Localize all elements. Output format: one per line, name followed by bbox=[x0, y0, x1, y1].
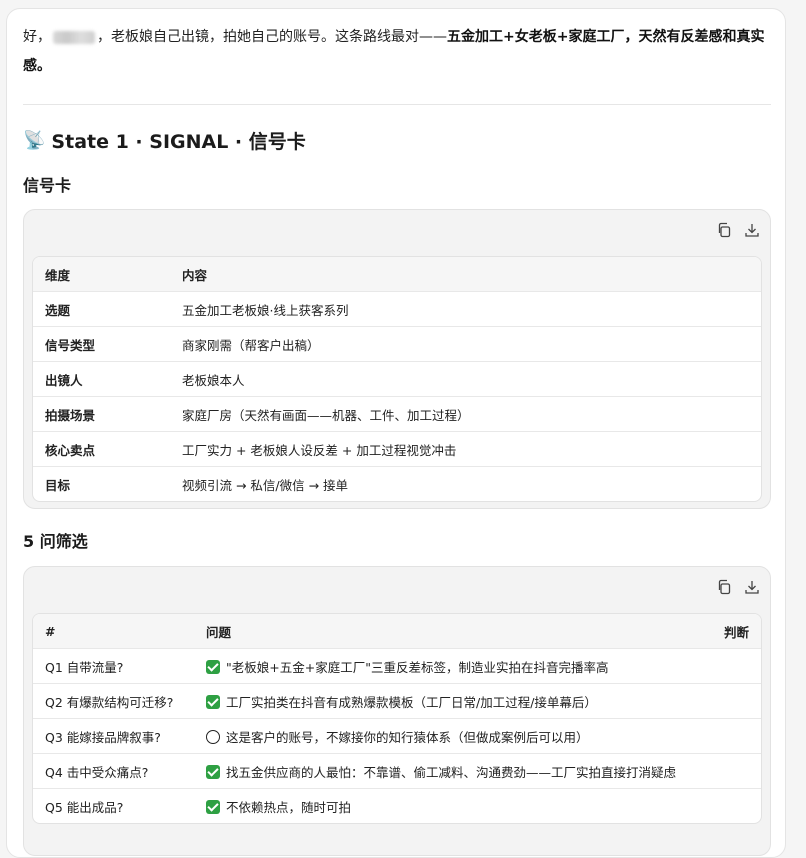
message-card: 好， ，老板娘自己出镜，拍她自己的账号。这条路线最对——五金加工+女老板+家庭工厂… bbox=[6, 8, 786, 858]
redacted-name bbox=[53, 30, 95, 44]
question-answer: 找五金供应商的人最怕：不靠谱、偷工减料、沟通费劲——工厂实拍直接打消疑虑 bbox=[226, 764, 677, 780]
signal-card-table: 维度 内容 选题 五金加工老板娘·线上获客系列 信号类型 商家刚需（帮客户出稿） 出… bbox=[32, 256, 762, 502]
intro-paragraph: 好， ，老板娘自己出镜，拍她自己的账号。这条路线最对——五金加工+女老板+家庭工厂… bbox=[23, 23, 771, 81]
row-value: 工厂实力 + 老板娘人设反差 + 加工过程视觉冲击 bbox=[170, 432, 761, 467]
table-row: Q1 自带流量? "老板娘+五金+家庭工厂"三重反差标签，制造业实拍在抖音完播率… bbox=[33, 649, 761, 684]
column-header: 内容 bbox=[170, 257, 761, 292]
intro-middle: ，老板娘自己出镜，拍她自己的账号。这条路线最对—— bbox=[97, 29, 447, 45]
check-mark-icon bbox=[206, 764, 220, 779]
question-answer: 不依赖热点，随时可拍 bbox=[226, 799, 352, 815]
row-value: 视频引流 → 私信/微信 → 接单 bbox=[182, 477, 349, 493]
check-mark-icon bbox=[206, 694, 220, 709]
row-label: 拍摄场景 bbox=[33, 397, 170, 432]
question-answer: "老板娘+五金+家庭工厂"三重反差标签，制造业实拍在抖音完播率高 bbox=[226, 659, 609, 675]
row-label: 核心卖点 bbox=[33, 432, 170, 467]
row-label: 出镜人 bbox=[33, 362, 170, 397]
section-heading: 📡 State 1 · SIGNAL · 信号卡 bbox=[23, 127, 306, 154]
hollow-circle-icon bbox=[206, 729, 220, 744]
column-header: 问题 bbox=[194, 614, 697, 649]
question-label: Q4 击中受众痛点? bbox=[33, 754, 194, 789]
download-icon[interactable] bbox=[744, 222, 760, 238]
question-answer: 工厂实拍类在抖音有成熟爆款模板（工厂日常/加工过程/接单幕后） bbox=[226, 694, 597, 710]
block-toolbar bbox=[716, 222, 760, 238]
section-title: State 1 · SIGNAL · 信号卡 bbox=[51, 131, 306, 153]
question-answer: 这是客户的账号，不嫁接你的知行猿体系（但做成案例后可以用） bbox=[226, 729, 589, 745]
five-questions-heading: 5 问筛选 bbox=[23, 532, 88, 551]
column-header: 维度 bbox=[33, 257, 170, 292]
row-label: 信号类型 bbox=[33, 327, 170, 362]
download-icon[interactable] bbox=[744, 579, 760, 595]
table-row: Q2 有爆款结构可迁移? 工厂实拍类在抖音有成熟爆款模板（工厂日常/加工过程/接… bbox=[33, 684, 761, 719]
question-label: Q1 自带流量? bbox=[33, 649, 194, 684]
table-row: Q3 能嫁接品牌叙事? 这是客户的账号，不嫁接你的知行猿体系（但做成案例后可以用… bbox=[33, 719, 761, 754]
question-label: Q3 能嫁接品牌叙事? bbox=[33, 719, 194, 754]
signal-card-heading: 信号卡 bbox=[23, 176, 72, 195]
signal-card-block: 维度 内容 选题 五金加工老板娘·线上获客系列 信号类型 商家刚需（帮客户出稿） 出… bbox=[23, 209, 771, 509]
table-header-row: 维度 内容 bbox=[33, 257, 761, 292]
table-row: 出镜人 老板娘本人 bbox=[33, 362, 761, 397]
table-row: Q4 击中受众痛点? 找五金供应商的人最怕：不靠谱、偷工减料、沟通费劲——工厂实… bbox=[33, 754, 761, 789]
table-row: 拍摄场景 家庭厂房（天然有画面——机器、工件、加工过程） bbox=[33, 397, 761, 432]
question-label: Q5 能出成品? bbox=[45, 799, 124, 815]
table-row: 核心卖点 工厂实力 + 老板娘人设反差 + 加工过程视觉冲击 bbox=[33, 432, 761, 467]
check-mark-icon bbox=[206, 659, 220, 674]
intro-prefix: 好， bbox=[23, 29, 51, 45]
row-value: 五金加工老板娘·线上获客系列 bbox=[170, 292, 761, 327]
five-questions-block: # 问题 判断 Q1 自带流量? "老板娘+五金+家庭工厂"三重反差标签，制造业… bbox=[23, 566, 771, 856]
row-value: 老板娘本人 bbox=[170, 362, 761, 397]
block-toolbar bbox=[716, 579, 760, 595]
check-mark-icon bbox=[206, 799, 220, 814]
copy-icon[interactable] bbox=[716, 222, 732, 238]
row-label: 目标 bbox=[45, 477, 71, 493]
table-row: 目标 视频引流 → 私信/微信 → 接单 bbox=[33, 467, 761, 501]
row-value: 家庭厂房（天然有画面——机器、工件、加工过程） bbox=[170, 397, 761, 432]
column-header: # bbox=[33, 614, 194, 649]
satellite-antenna-icon: 📡 bbox=[23, 130, 46, 151]
row-label: 选题 bbox=[33, 292, 170, 327]
copy-icon[interactable] bbox=[716, 579, 732, 595]
column-header: 判断 bbox=[697, 614, 761, 649]
question-label: Q2 有爆款结构可迁移? bbox=[33, 684, 194, 719]
divider bbox=[23, 104, 771, 105]
table-row: 选题 五金加工老板娘·线上获客系列 bbox=[33, 292, 761, 327]
row-value: 商家刚需（帮客户出稿） bbox=[170, 327, 761, 362]
table-row: Q5 能出成品? 不依赖热点，随时可拍 bbox=[33, 789, 761, 823]
table-header-row: # 问题 判断 bbox=[33, 614, 761, 649]
five-questions-table: # 问题 判断 Q1 自带流量? "老板娘+五金+家庭工厂"三重反差标签，制造业… bbox=[32, 613, 762, 824]
table-row: 信号类型 商家刚需（帮客户出稿） bbox=[33, 327, 761, 362]
